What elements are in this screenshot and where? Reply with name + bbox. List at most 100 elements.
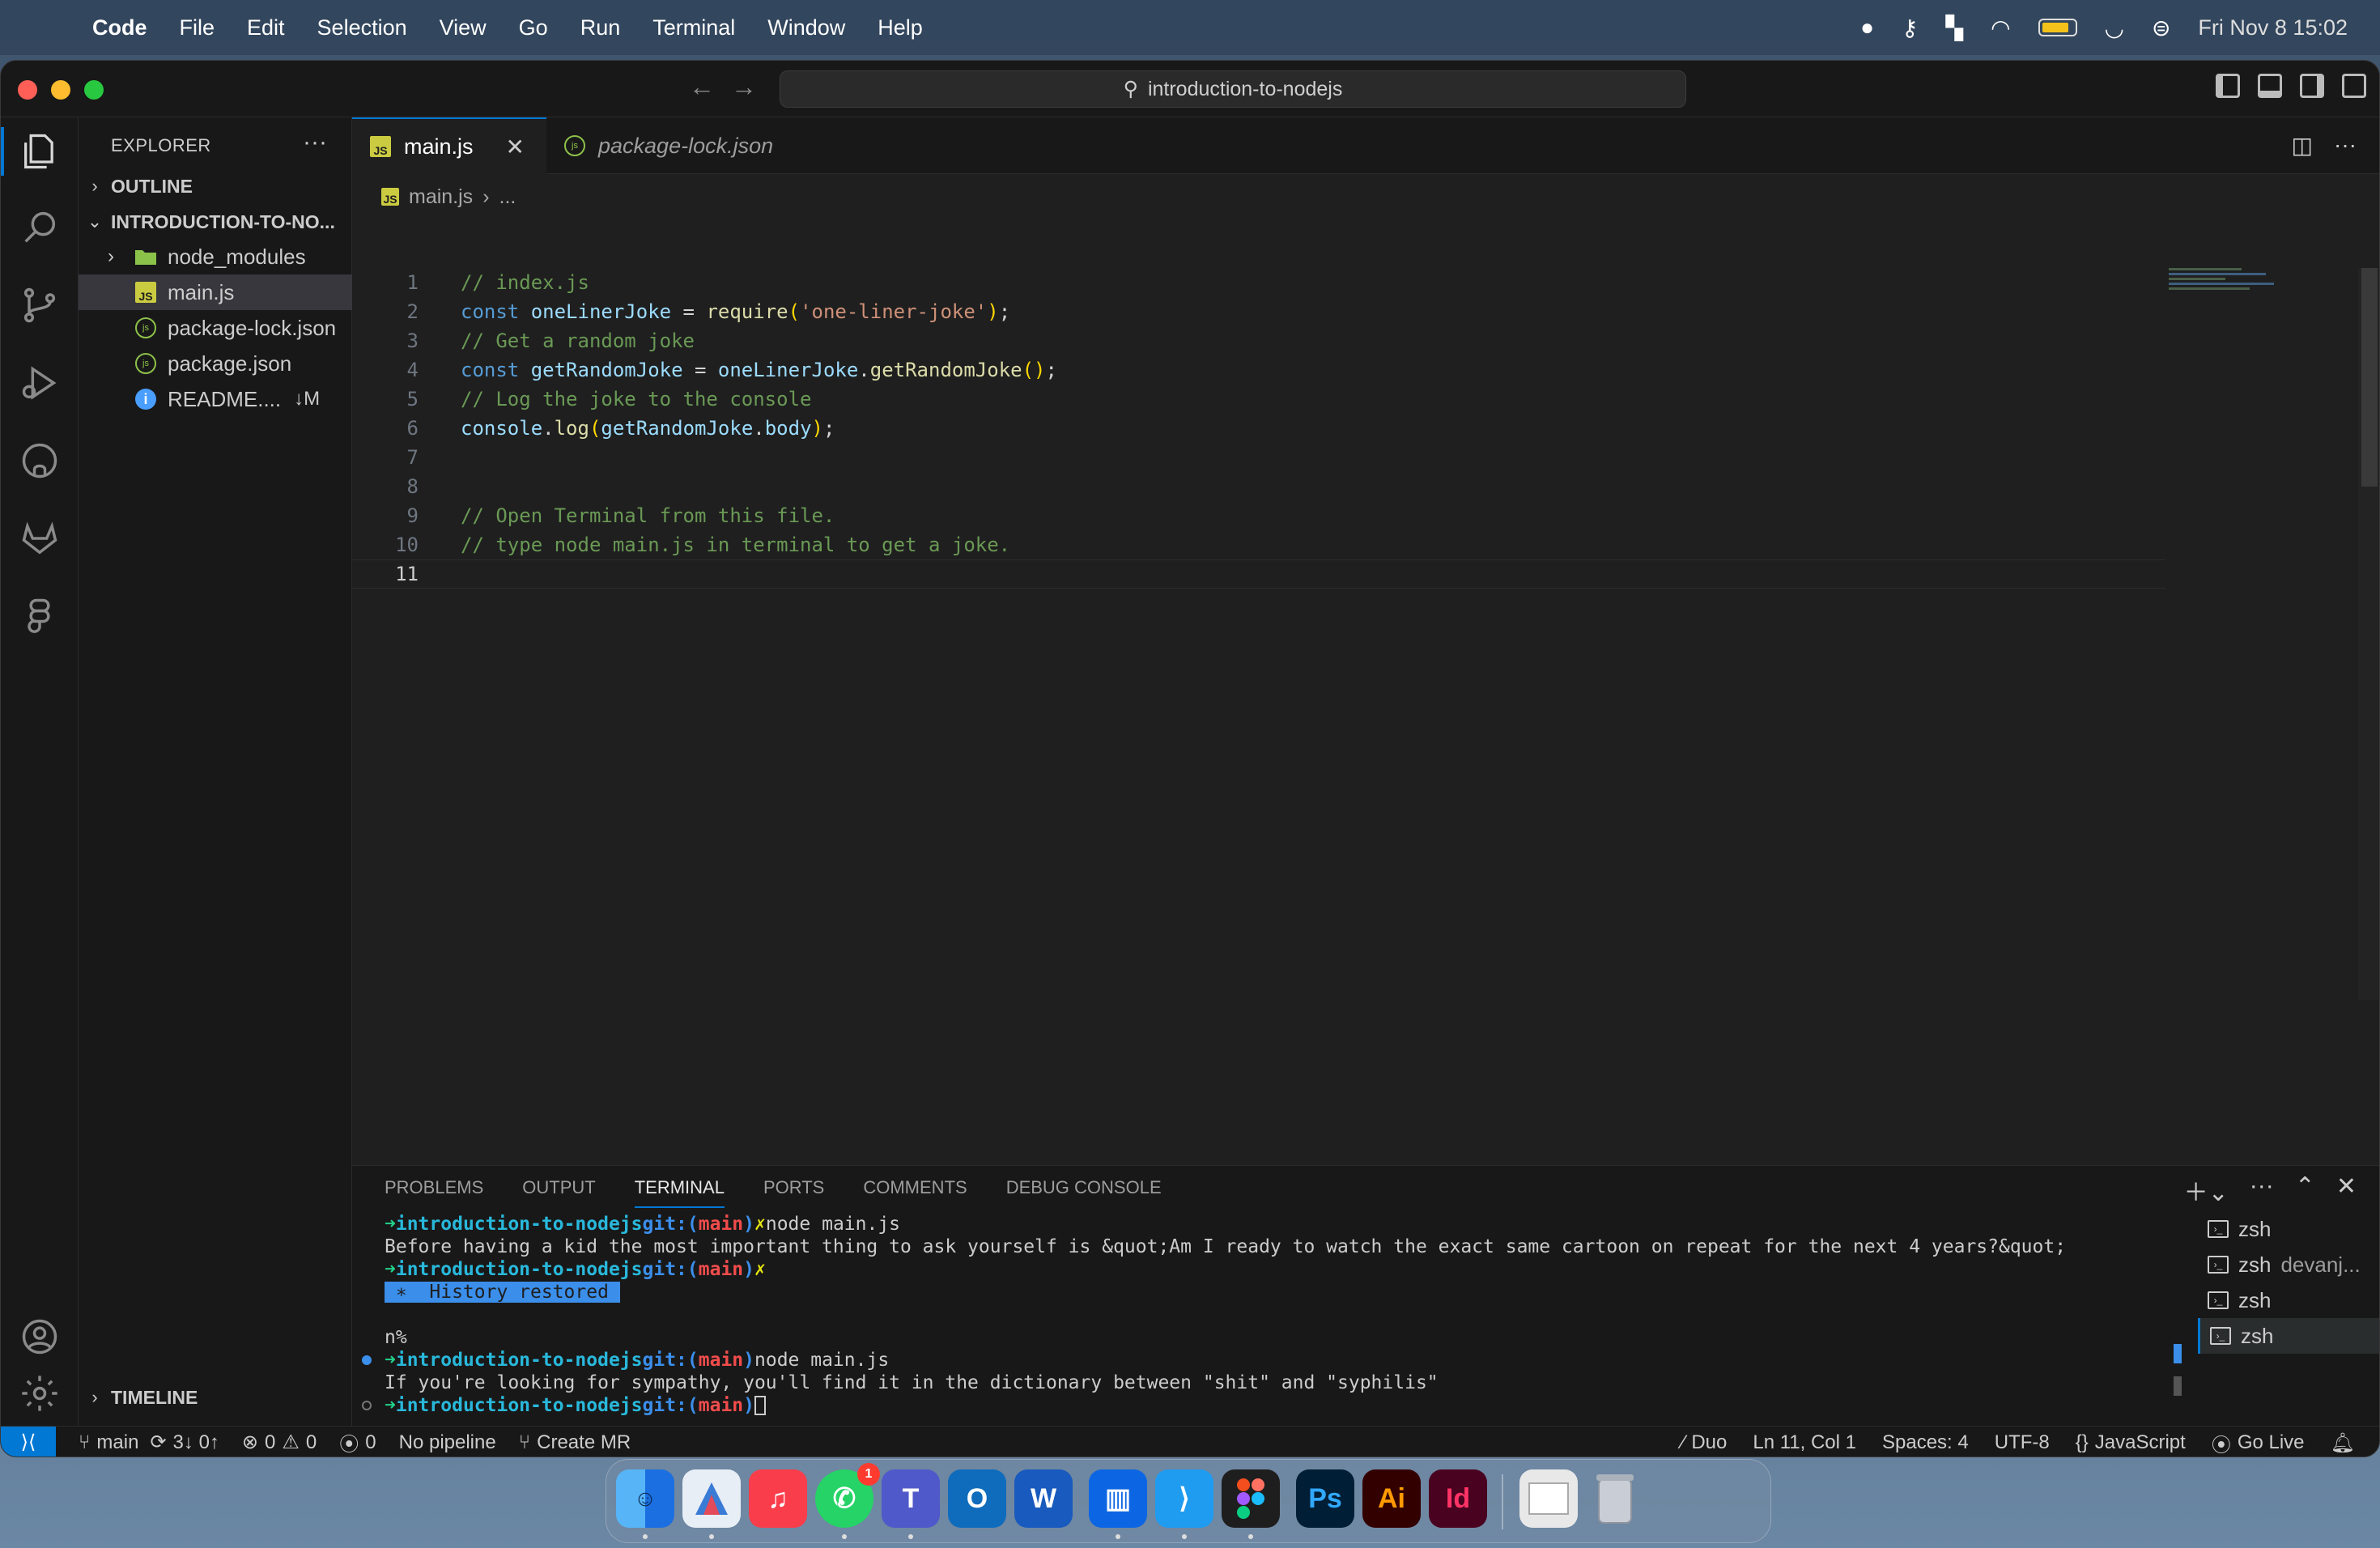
tab-ports[interactable]: PORTS <box>763 1177 824 1208</box>
project-section[interactable]: ⌄ INTRODUCTION-TO-NO... <box>79 205 352 239</box>
key-icon[interactable]: ⚷ <box>1902 15 1919 41</box>
menu-file[interactable]: File <box>180 15 215 40</box>
menu-window[interactable]: Window <box>767 15 845 40</box>
minimap[interactable] <box>2169 268 2298 300</box>
tab-problems[interactable]: PROBLEMS <box>385 1177 483 1208</box>
gitlab-icon[interactable] <box>1 506 79 571</box>
recording-dot-icon[interactable]: ● <box>1860 15 1874 40</box>
explorer-icon[interactable] <box>1 119 79 184</box>
ports-status[interactable]: ⦿ 0 <box>339 1428 376 1457</box>
timeline-section[interactable]: › TIMELINE <box>79 1380 352 1414</box>
battery-icon[interactable] <box>2038 19 2077 36</box>
back-arrow-icon[interactable]: ← <box>689 72 715 102</box>
split-editor-icon[interactable]: ◫ <box>2292 132 2313 159</box>
dock-photoshop-icon[interactable]: Ps <box>1296 1469 1354 1528</box>
toggle-panel-icon[interactable] <box>2258 74 2282 98</box>
window-layout-icon[interactable]: ▚ <box>1946 15 1964 41</box>
language-mode[interactable]: {} JavaScript <box>2076 1431 2186 1454</box>
close-panel-icon[interactable]: ✕ <box>2336 1172 2357 1208</box>
customize-layout-icon[interactable] <box>2342 74 2366 98</box>
toggle-secondary-sidebar-icon[interactable] <box>2300 74 2324 98</box>
menu-clock[interactable]: Fri Nov 8 15:02 <box>2198 15 2348 40</box>
terminal-item[interactable]: ›_ zsh devanj... <box>2198 1247 2379 1282</box>
file-main-js[interactable]: JS main.js <box>79 274 352 310</box>
scrollbar-thumb[interactable] <box>2361 268 2378 487</box>
dock-teams-icon[interactable]: T <box>882 1469 940 1539</box>
dock-indesign-icon[interactable]: Id <box>1429 1469 1487 1528</box>
indentation[interactable]: Spaces: 4 <box>1882 1431 1969 1454</box>
terminal-item-active[interactable]: ›_ zsh <box>2198 1318 2379 1354</box>
mute-icon[interactable]: ◠ <box>1991 15 2010 41</box>
file-readme[interactable]: i README.... ↓M <box>79 381 352 417</box>
new-terminal-icon[interactable]: ＋⌄ <box>2184 1172 2229 1208</box>
dock-illustrator-icon[interactable]: Ai <box>1362 1469 1421 1528</box>
more-actions-icon[interactable]: ··· <box>2334 132 2357 159</box>
command-success-dot[interactable] <box>362 1355 372 1365</box>
breadcrumb-rest[interactable]: ... <box>499 185 516 209</box>
terminal-scrollbar[interactable] <box>2174 1214 2183 1433</box>
tab-package-lock-json[interactable]: js package-lock.json <box>546 117 791 174</box>
forward-arrow-icon[interactable]: → <box>731 72 757 102</box>
terminal-item[interactable]: ›_ zsh <box>2198 1211 2379 1247</box>
command-pending-dot[interactable] <box>362 1401 372 1410</box>
breadcrumb-file[interactable]: main.js <box>409 185 473 209</box>
wifi-icon[interactable]: ◡ <box>2105 15 2124 41</box>
file-package-lock-json[interactable]: js package-lock.json <box>79 310 352 346</box>
run-debug-icon[interactable] <box>1 351 79 415</box>
zoom-window-button[interactable] <box>84 80 104 100</box>
file-node-modules[interactable]: › node_modules <box>79 239 352 274</box>
tab-debug-console[interactable]: DEBUG CONSOLE <box>1006 1177 1162 1208</box>
outline-section[interactable]: › OUTLINE <box>79 169 352 203</box>
problems-status[interactable]: ⊗ 0 ⚠ 0 <box>242 1431 317 1454</box>
toggle-primary-sidebar-icon[interactable] <box>2216 74 2240 98</box>
pipeline-status[interactable]: No pipeline <box>399 1431 496 1454</box>
tab-terminal[interactable]: TERMINAL <box>634 1177 725 1208</box>
dock-finder-icon[interactable]: ☺ <box>616 1469 674 1539</box>
dock-trash-icon[interactable] <box>1586 1469 1644 1528</box>
duo-status[interactable]: ⁄ Duo <box>1681 1431 1727 1454</box>
dock-preview-icon[interactable] <box>1519 1469 1578 1528</box>
cursor-position[interactable]: Ln 11, Col 1 <box>1753 1431 1856 1454</box>
command-center-search[interactable]: ⚲ introduction-to-nodejs <box>780 70 1686 108</box>
menu-selection[interactable]: Selection <box>317 15 407 40</box>
search-icon[interactable] <box>1 195 79 260</box>
tab-output[interactable]: OUTPUT <box>522 1177 595 1208</box>
git-sync[interactable]: ⟳ 3↓ 0↑ <box>150 1431 219 1454</box>
settings-gear-icon[interactable] <box>1 1361 79 1426</box>
menu-help[interactable]: Help <box>878 15 923 40</box>
more-actions-icon[interactable]: ··· <box>303 129 327 156</box>
close-window-button[interactable] <box>18 80 37 100</box>
figma-icon[interactable] <box>1 584 79 649</box>
more-actions-icon[interactable]: ··· <box>2250 1172 2274 1208</box>
editor-scrollbar[interactable] <box>2358 268 2379 1000</box>
tab-main-js[interactable]: JS main.js ✕ <box>352 117 546 174</box>
notifications-bell-icon[interactable]: 🔔︎ <box>2331 1431 2355 1455</box>
maximize-panel-icon[interactable]: ⌃ <box>2295 1172 2315 1208</box>
go-live-button[interactable]: ⦿ Go Live <box>2212 1429 2305 1457</box>
remote-indicator-icon[interactable]: ⟩⟨ <box>1 1426 56 1457</box>
tab-comments[interactable]: COMMENTS <box>863 1177 967 1208</box>
dock-affinity-icon[interactable] <box>682 1469 741 1539</box>
menu-view[interactable]: View <box>440 15 487 40</box>
menu-go[interactable]: Go <box>519 15 548 40</box>
create-mr-button[interactable]: ⑂ Create MR <box>519 1431 631 1454</box>
menu-edit[interactable]: Edit <box>247 15 285 40</box>
close-tab-icon[interactable]: ✕ <box>506 134 525 160</box>
dock-trello-icon[interactable]: ▥ <box>1089 1469 1147 1539</box>
dock-outlook-icon[interactable]: O <box>948 1469 1006 1528</box>
dock-music-icon[interactable]: ♫ <box>749 1469 807 1528</box>
menu-app-name[interactable]: Code <box>92 15 147 40</box>
terminal-item[interactable]: ›_ zsh <box>2198 1282 2379 1318</box>
source-control-icon[interactable] <box>1 273 79 338</box>
control-center-icon[interactable]: ⊜ <box>2152 15 2170 41</box>
menu-run[interactable]: Run <box>580 15 621 40</box>
menu-terminal[interactable]: Terminal <box>652 15 735 40</box>
dock-figma-icon[interactable] <box>1222 1469 1280 1539</box>
file-package-json[interactable]: js package.json <box>79 346 352 381</box>
accounts-icon[interactable] <box>1 1304 79 1369</box>
dock-word-icon[interactable]: W <box>1014 1469 1073 1528</box>
dock-whatsapp-icon[interactable]: ✆ 1 <box>815 1463 880 1539</box>
github-icon[interactable] <box>1 428 79 493</box>
encoding[interactable]: UTF-8 <box>1995 1431 2050 1454</box>
terminal-output[interactable]: ➜ introduction-to-nodejs git:(main) ✗ no… <box>362 1213 2246 1417</box>
